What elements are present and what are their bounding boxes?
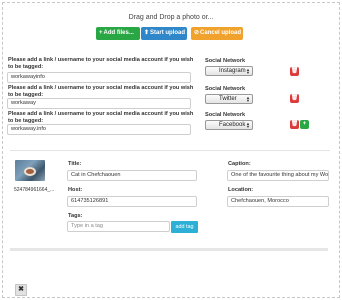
social-network-value: Facebook — [219, 122, 246, 128]
add-files-label: Add files... — [103, 30, 134, 36]
ban-icon: ⊘ — [194, 30, 200, 36]
social-network-value: Instagram — [219, 68, 246, 74]
social-network-label: Social Network — [205, 58, 246, 64]
social-network-select[interactable]: Instagram ▲ ▼ — [205, 66, 253, 76]
delete-row-button[interactable]: 🗑 — [290, 94, 299, 103]
thumbnail-subject — [24, 167, 36, 176]
trash-icon: 🗑 — [290, 68, 299, 74]
social-prompt: Please add a link / username to your soc… — [8, 111, 194, 124]
location-label: Location: — [228, 187, 254, 193]
social-username-input[interactable]: workaway — [7, 98, 191, 109]
trash-icon: 🗑 — [290, 121, 299, 127]
social-prompt: Please add a link / username to your soc… — [8, 85, 194, 98]
social-network-value: Twitter — [219, 96, 237, 102]
social-network-select[interactable]: Twitter ▲ ▼ — [205, 94, 253, 104]
social-network-select[interactable]: Facebook ▲ ▼ — [205, 120, 253, 130]
cancel-upload-label: Cancel upload — [200, 30, 242, 36]
location-input[interactable]: Chefchaouen, Morocco — [227, 196, 329, 207]
social-username-input[interactable]: workaway.info — [7, 124, 191, 135]
caption-label: Caption: — [228, 161, 251, 167]
start-upload-button[interactable]: ⬆Start upload — [141, 27, 187, 40]
select-caret-icon: ▲ ▼ — [246, 121, 250, 129]
upload-progress-bar — [10, 248, 328, 251]
drop-zone-title: Drag and Drop a photo or... — [128, 14, 214, 21]
cancel-upload-button[interactable]: ⊘Cancel upload — [191, 27, 243, 40]
remove-photo-button[interactable]: ✖ — [15, 284, 27, 296]
host-label: Host: — [68, 187, 83, 193]
delete-row-button[interactable]: 🗑 — [290, 120, 299, 129]
social-network-label: Social Network — [205, 86, 246, 92]
title-input[interactable]: Cat in Chefchaouen — [67, 170, 197, 181]
delete-row-button[interactable]: 🗑 — [290, 67, 299, 76]
plus-icon: + — [99, 30, 103, 36]
add-files-button[interactable]: +Add files... — [96, 27, 140, 40]
add-tag-button[interactable]: add tag — [171, 221, 198, 233]
photo-filename: 524784961664_... — [14, 187, 55, 193]
select-caret-icon: ▲ ▼ — [246, 95, 250, 103]
social-network-label: Social Network — [205, 112, 246, 118]
close-icon: ✖ — [18, 286, 24, 293]
add-row-button[interactable]: + — [300, 120, 309, 129]
photo-thumbnail — [15, 160, 45, 181]
trash-icon: 🗑 — [290, 95, 299, 101]
caption-input[interactable]: One of the favourite thing about my Work… — [227, 170, 329, 181]
tags-label: Tags: — [68, 213, 83, 219]
upload-icon: ⬆ — [144, 30, 150, 36]
title-label: Title: — [68, 161, 82, 167]
social-username-input[interactable]: workawayinfo — [7, 72, 191, 83]
select-caret-icon: ▲ ▼ — [246, 67, 250, 75]
plus-icon: + — [302, 121, 307, 127]
host-input[interactable]: 6147351268​91 — [67, 196, 197, 207]
divider — [10, 150, 330, 151]
tag-input[interactable]: Type in a tag — [67, 221, 170, 232]
start-upload-label: Start upload — [150, 30, 186, 36]
social-prompt: Please add a link / username to your soc… — [8, 57, 194, 70]
